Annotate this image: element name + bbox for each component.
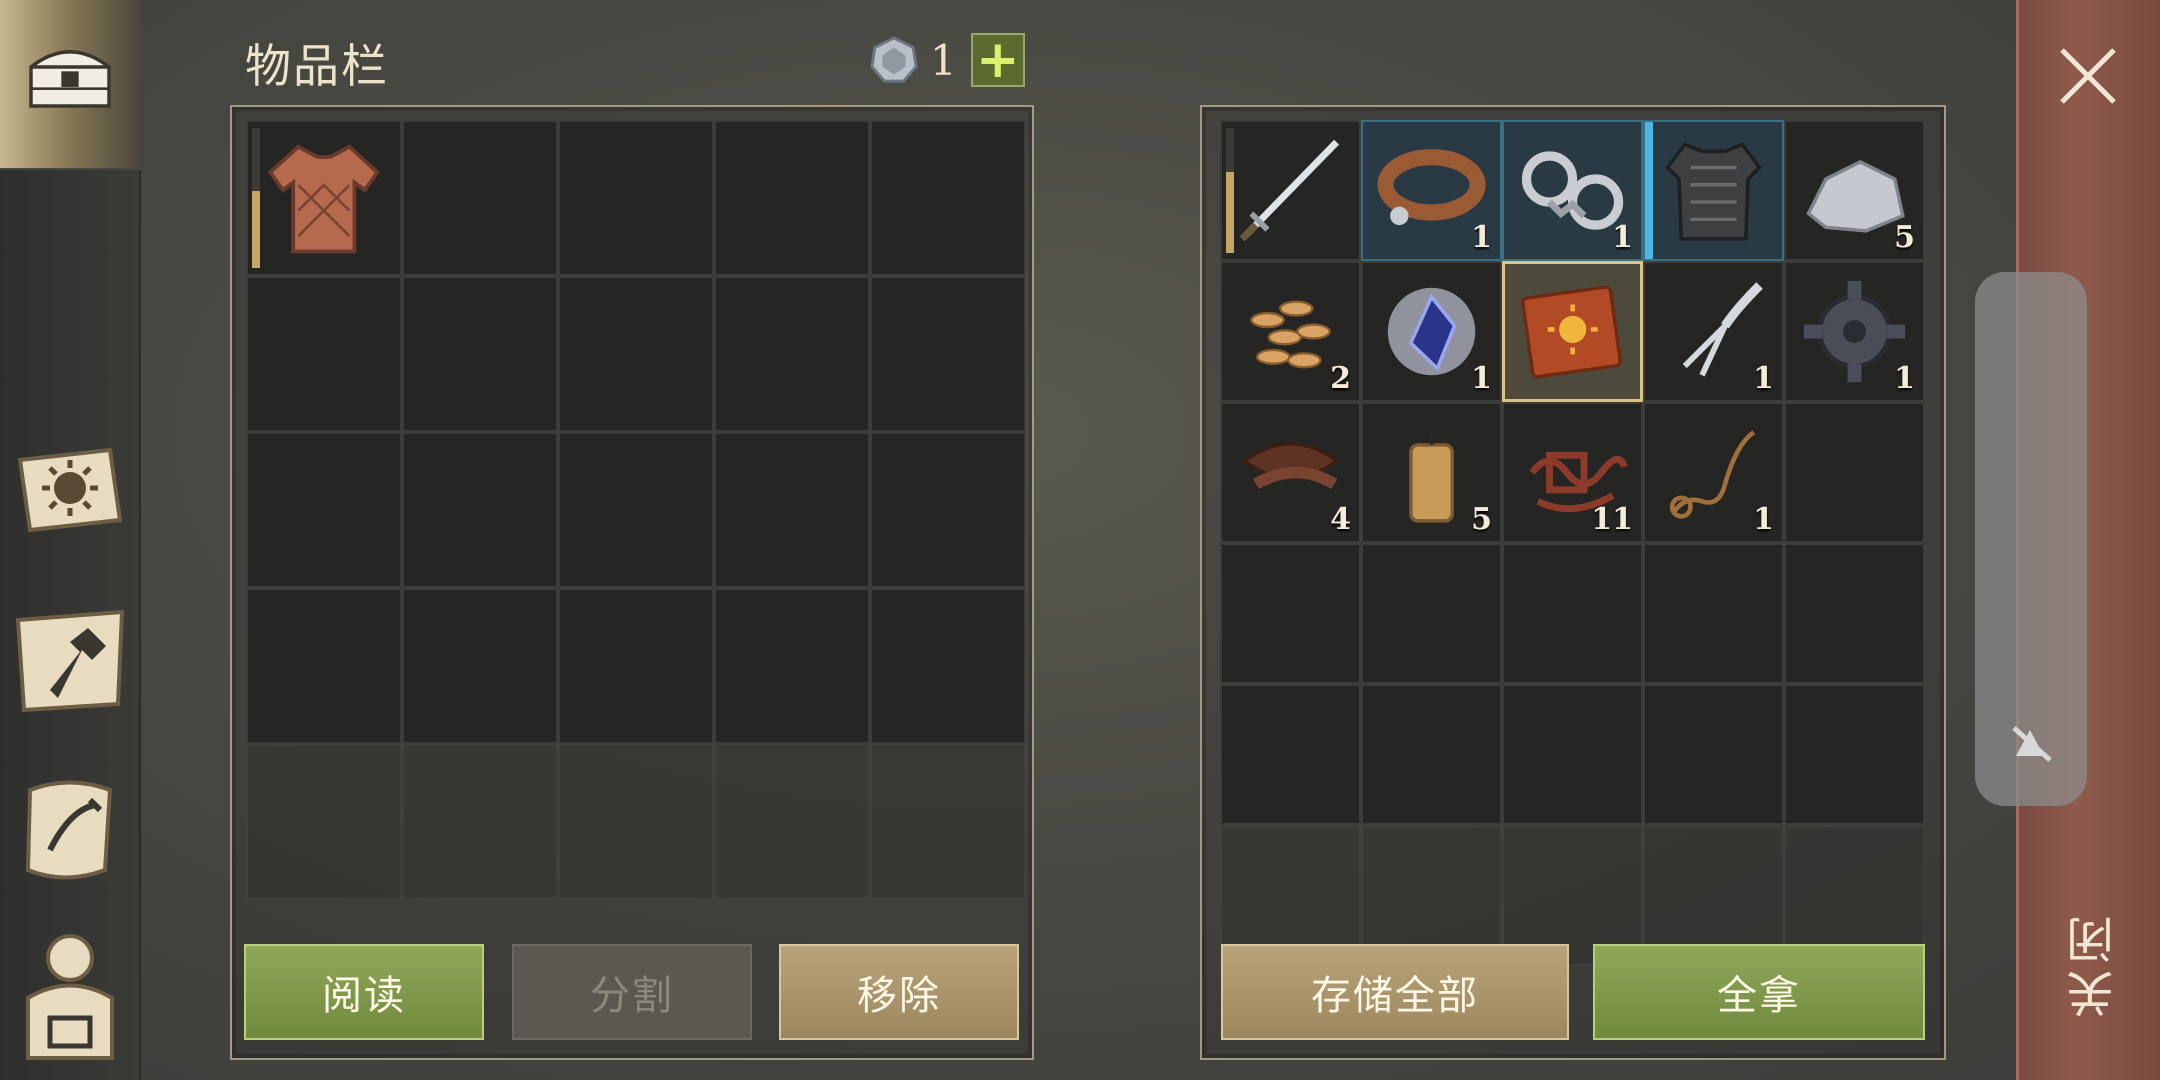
sun-book-icon <box>17 447 123 533</box>
item-quantity: 2 <box>1330 361 1351 396</box>
chest-tab[interactable] <box>0 0 141 168</box>
add-currency-button[interactable]: + <box>970 33 1025 87</box>
item-slot[interactable]: 1 <box>1643 261 1784 402</box>
quality-bar <box>1645 122 1653 259</box>
store-all-button[interactable]: 存储全部 <box>1221 944 1569 1040</box>
item-quantity: 11 <box>1591 502 1633 537</box>
item-slot[interactable]: 1 <box>1502 120 1643 261</box>
empty-slot[interactable] <box>714 588 870 744</box>
currency-display: 1 + <box>870 32 1025 88</box>
empty-slot[interactable] <box>558 588 714 744</box>
read-button[interactable]: 阅读 <box>244 944 484 1040</box>
split-button[interactable]: 分割 <box>512 944 752 1040</box>
item-quantity: 4 <box>1330 502 1351 537</box>
empty-slot[interactable] <box>1220 684 1361 825</box>
silver-coin-icon <box>870 36 918 83</box>
quest-scroll-button[interactable] <box>10 770 130 890</box>
container-grid: 1 1 5 2 1 1 1 4 5 11 1 <box>1220 120 1925 966</box>
empty-slot[interactable] <box>1361 684 1502 825</box>
empty-slot[interactable] <box>1784 684 1925 825</box>
close-label[interactable]: 关闭 <box>2060 910 2123 1018</box>
item-slot[interactable]: 1 <box>1361 120 1502 261</box>
item-quantity: 1 <box>1471 220 1492 255</box>
inventory-grid <box>246 120 1026 900</box>
empty-slot[interactable] <box>1361 543 1502 684</box>
empty-slot[interactable] <box>714 120 870 276</box>
empty-slot[interactable] <box>714 744 870 900</box>
sun-book-icon <box>1520 285 1622 379</box>
item-slot[interactable] <box>246 120 402 276</box>
item-slot[interactable] <box>1502 261 1643 402</box>
crafting-button[interactable] <box>10 600 130 720</box>
empty-slot[interactable] <box>1784 543 1925 684</box>
empty-slot[interactable] <box>870 588 1026 744</box>
empty-slot[interactable] <box>714 276 870 432</box>
remove-button[interactable]: 移除 <box>779 944 1019 1040</box>
close-icon[interactable] <box>2052 40 2124 112</box>
empty-slot[interactable] <box>402 120 558 276</box>
inventory-title: 物品栏 <box>245 39 389 93</box>
item-slot[interactable]: 11 <box>1502 402 1643 543</box>
item-quantity: 1 <box>1471 361 1492 396</box>
empty-slot[interactable] <box>402 744 558 900</box>
hammer-map-icon <box>15 609 125 713</box>
item-slot[interactable]: 5 <box>1784 120 1925 261</box>
empty-slot[interactable] <box>558 744 714 900</box>
item-slot[interactable]: 5 <box>1361 402 1502 543</box>
chainmail-icon <box>1665 142 1762 241</box>
item-quantity: 1 <box>1612 220 1633 255</box>
empty-slot[interactable] <box>870 276 1026 432</box>
empty-slot[interactable] <box>402 432 558 588</box>
empty-slot[interactable] <box>1220 543 1361 684</box>
empty-slot[interactable] <box>558 432 714 588</box>
item-slot[interactable]: 2 <box>1220 261 1361 402</box>
empty-slot[interactable] <box>402 276 558 432</box>
empty-slot[interactable] <box>1502 684 1643 825</box>
empty-slot[interactable] <box>246 744 402 900</box>
chest-icon <box>29 50 111 108</box>
item-quantity: 1 <box>1753 361 1774 396</box>
recipe-book-button[interactable] <box>10 430 130 550</box>
backpack-character-icon <box>26 934 114 1060</box>
item-slot[interactable]: 4 <box>1220 402 1361 543</box>
empty-slot[interactable] <box>1643 543 1784 684</box>
empty-slot[interactable] <box>1643 684 1784 825</box>
durability-bar <box>252 128 260 268</box>
empty-slot[interactable] <box>558 120 714 276</box>
empty-slot[interactable] <box>870 432 1026 588</box>
currency-count: 1 <box>930 35 957 85</box>
take-all-button[interactable]: 全拿 <box>1593 944 1925 1040</box>
item-quantity: 5 <box>1471 502 1492 537</box>
item-slot[interactable] <box>1643 120 1784 261</box>
empty-slot[interactable] <box>246 276 402 432</box>
quilted-armor-icon <box>267 144 381 254</box>
item-slot[interactable]: 1 <box>1643 402 1784 543</box>
empty-slot[interactable] <box>1502 543 1643 684</box>
item-quantity: 5 <box>1894 220 1915 255</box>
mute-icon[interactable] <box>2006 716 2058 768</box>
character-button[interactable] <box>10 928 130 1068</box>
item-slot[interactable]: 1 <box>1784 261 1925 402</box>
item-quantity: 1 <box>1894 361 1915 396</box>
empty-slot[interactable] <box>870 120 1026 276</box>
item-slot[interactable] <box>1220 120 1361 261</box>
empty-slot[interactable] <box>558 276 714 432</box>
scroll-icon <box>25 780 113 880</box>
item-quantity: 1 <box>1753 502 1774 537</box>
item-slot[interactable]: 1 <box>1361 261 1502 402</box>
empty-slot[interactable] <box>1784 402 1925 543</box>
empty-slot[interactable] <box>246 588 402 744</box>
empty-slot[interactable] <box>870 744 1026 900</box>
sword-icon <box>1239 139 1339 242</box>
empty-slot[interactable] <box>246 432 402 588</box>
empty-slot[interactable] <box>402 588 558 744</box>
empty-slot[interactable] <box>714 432 870 588</box>
